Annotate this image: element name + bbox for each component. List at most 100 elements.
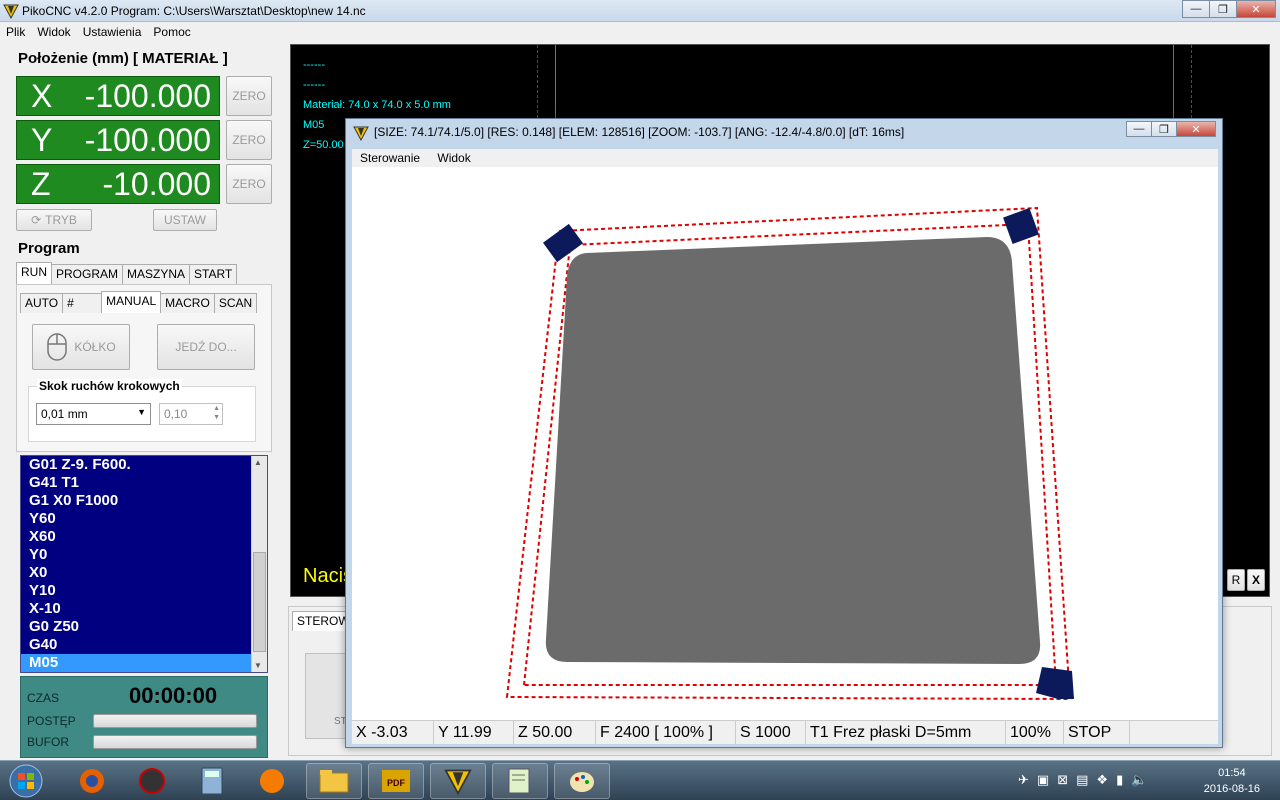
gcode-line[interactable]: G40 (21, 636, 267, 654)
gcode-line[interactable]: X0 (21, 564, 267, 582)
step-spin[interactable]: 0,10 ▲ ▼ (159, 403, 223, 425)
view-r-button[interactable]: R (1227, 569, 1245, 591)
gcode-list[interactable]: G01 Z-9. F600. G41 T1 G1 X0 F1000 Y60 X6… (20, 455, 268, 673)
axis-z-display: Z -10.000 (16, 164, 220, 204)
dialog-close-button[interactable]: ✕ (1176, 121, 1216, 137)
menu-widok-dialog[interactable]: Widok (437, 151, 470, 165)
menu-sterowanie[interactable]: Sterowanie (360, 151, 420, 165)
tab-maszyna[interactable]: MASZYNA (122, 264, 191, 284)
gcode-line[interactable]: G01 Z-9. F600. (21, 456, 267, 474)
axis-y-display: Y -100.000 (16, 120, 220, 160)
tab-program[interactable]: PROGRAM (51, 264, 124, 284)
goto-button[interactable]: JEDŹ DO... (157, 324, 255, 370)
maximize-button[interactable]: ❐ (1209, 0, 1237, 18)
axis-y-label: Y (31, 122, 53, 158)
tray-app-icon[interactable]: ✈ (1018, 772, 1029, 788)
axis-x-display: X -100.000 (16, 76, 220, 116)
dialog-minimize-button[interactable]: — (1126, 121, 1152, 137)
scrollbar-thumb[interactable] (253, 552, 266, 652)
clock[interactable]: 01:54 2016-08-16 (1204, 765, 1260, 797)
gcode-scrollbar[interactable]: ▲ ▼ (251, 456, 267, 672)
explorer-icon[interactable] (306, 763, 362, 799)
scroll-down-icon[interactable]: ▼ (254, 661, 262, 670)
view-x-button[interactable]: X (1247, 569, 1265, 591)
dialog-title: [SIZE: 74.1/74.1/5.0] [RES: 0.148] [ELEM… (374, 125, 905, 139)
status-x: X -3.03 (352, 721, 434, 744)
menu-bar: Plik Widok Ustawienia Pomoc (0, 22, 1280, 42)
zero-z-button[interactable]: ZERO (226, 164, 272, 204)
control-button[interactable]: ST (305, 653, 349, 739)
tab-start[interactable]: START (189, 264, 238, 284)
close-button[interactable]: ✕ (1236, 0, 1276, 18)
notepad-icon[interactable] (492, 763, 548, 799)
gcode-line[interactable]: G1 X0 F1000 (21, 492, 267, 510)
subtab-scan[interactable]: SCAN (213, 293, 258, 313)
app-icon-round[interactable] (124, 763, 180, 799)
tab-run[interactable]: RUN (16, 262, 52, 284)
scroll-up-icon[interactable]: ▲ (254, 458, 262, 467)
gcode-line[interactable]: X60 (21, 528, 267, 546)
mode-button-label: TRYB (45, 213, 77, 227)
material-info: Materiał: 74.0 x 74.0 x 5.0 mm (303, 99, 451, 111)
subtab-hash[interactable]: # (62, 293, 103, 313)
menu-widok[interactable]: Widok (37, 22, 70, 42)
preview-canvas[interactable] (352, 167, 1218, 720)
zero-y-button[interactable]: ZERO (226, 120, 272, 160)
chevron-down-icon: ▼ (137, 407, 146, 417)
mode-button[interactable]: ⟳ TRYB (16, 209, 92, 231)
menu-plik[interactable]: Plik (6, 22, 25, 42)
left-panel: Położenie (mm) [ MATERIAŁ ] X -100.000 Z… (8, 44, 284, 760)
tray-network-icon[interactable]: ▣ (1037, 772, 1049, 788)
zero-x-button[interactable]: ZERO (226, 76, 272, 116)
start-button[interactable] (2, 763, 50, 799)
menu-pomoc[interactable]: Pomoc (153, 22, 190, 42)
progress-bar (93, 714, 257, 728)
step-group-title: Skok ruchów krokowych (37, 379, 182, 393)
pdf-icon[interactable]: PDF (368, 763, 424, 799)
refresh-icon: ⟳ (31, 213, 42, 227)
material-block (545, 237, 1041, 664)
gcode-line[interactable]: Y0 (21, 546, 267, 564)
wheel-button[interactable]: KÓŁKO (32, 324, 130, 370)
axis-z-value: -10.000 (102, 166, 211, 202)
position-title: Położenie (mm) [ MATERIAŁ ] (18, 50, 228, 67)
time-label: CZAS (27, 691, 60, 705)
gcode-line[interactable]: G41 T1 (21, 474, 267, 492)
dialog-status-bar: X -3.03 Y 11.99 Z 50.00 F 2400 [ 100% ] … (352, 720, 1218, 744)
calculator-icon[interactable] (184, 763, 240, 799)
axis-y-value: -100.000 (84, 122, 211, 158)
signal-icon[interactable]: ▮ (1116, 772, 1123, 788)
tray-device-icon[interactable]: ▤ (1076, 772, 1088, 788)
svg-text:PDF: PDF (387, 778, 406, 788)
corner-clamp (1036, 667, 1074, 699)
gcode-line[interactable]: X-10 (21, 600, 267, 618)
step-select[interactable]: 0,01 mm ▼ (36, 403, 151, 425)
dialog-maximize-button[interactable]: ❐ (1151, 121, 1177, 137)
gcode-line[interactable]: Y10 (21, 582, 267, 600)
axis-z-label: Z (31, 166, 51, 202)
volume-icon[interactable]: 🔈 (1131, 772, 1147, 788)
wheel-button-label: KÓŁKO (74, 340, 116, 354)
tray-security-icon[interactable]: ⊠ (1057, 772, 1068, 788)
status-percent: 100% (1006, 721, 1064, 744)
pikocnc-taskbar-icon[interactable] (430, 763, 486, 799)
gcode-line-selected[interactable]: M05 (21, 654, 267, 672)
subtab-manual[interactable]: MANUAL (101, 291, 162, 313)
subtab-macro[interactable]: MACRO (160, 293, 215, 313)
clock-time: 01:54 (1218, 767, 1246, 779)
status-state: STOP (1064, 721, 1130, 744)
browser-uc-icon[interactable] (244, 763, 300, 799)
minimize-button[interactable]: — (1182, 0, 1210, 18)
paint-icon[interactable] (554, 763, 610, 799)
status-feed: F 2400 [ 100% ] (596, 721, 736, 744)
view-info-line: Z=50.00 (303, 139, 344, 151)
subtab-auto[interactable]: AUTO (20, 293, 64, 313)
view-info-line: M05 (303, 119, 325, 131)
gcode-line[interactable]: G0 Z50 (21, 618, 267, 636)
set-button[interactable]: USTAW (153, 209, 217, 231)
firefox-icon[interactable] (64, 763, 120, 799)
menu-ustawienia[interactable]: Ustawienia (83, 22, 142, 42)
gcode-line[interactable]: Y60 (21, 510, 267, 528)
tray-updates-icon[interactable]: ❖ (1096, 772, 1108, 788)
preview-dialog: [SIZE: 74.1/74.1/5.0] [RES: 0.148] [ELEM… (345, 118, 1223, 748)
